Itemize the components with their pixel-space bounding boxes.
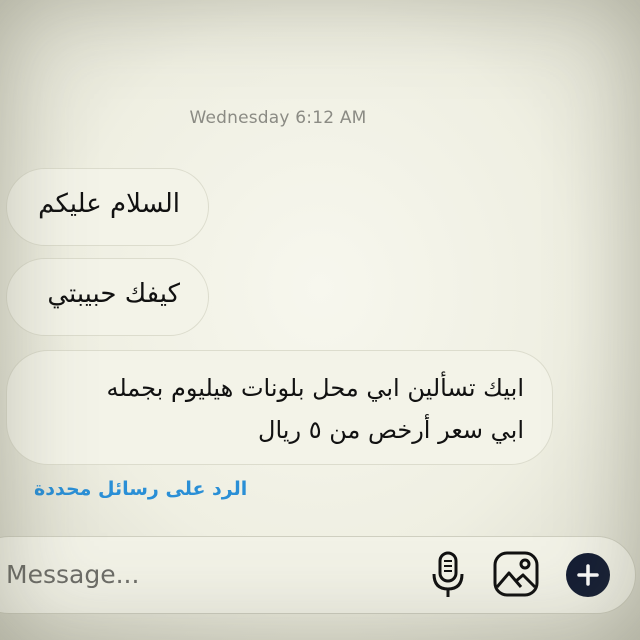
microphone-icon[interactable]	[428, 550, 468, 600]
message-text-line: ابي سعر أرخص من ٥ ريال	[258, 416, 524, 444]
message-bubble[interactable]: السلام عليكم	[6, 168, 209, 246]
reply-to-selected-link[interactable]: الرد على رسائل محددة	[34, 478, 274, 500]
message-input[interactable]: Message...	[6, 560, 139, 589]
message-text: كيفك حبيبتي	[47, 279, 180, 309]
photo-icon[interactable]	[492, 550, 540, 598]
plus-icon	[577, 564, 599, 586]
add-button[interactable]	[566, 553, 610, 597]
message-text-line: ابيك تسألين ابي محل بلونات هيليوم بجمله	[106, 374, 524, 402]
message-bubble[interactable]: ابيك تسألين ابي محل بلونات هيليوم بجمله …	[6, 350, 553, 465]
message-text: السلام عليكم	[38, 189, 180, 219]
message-bubble[interactable]: كيفك حبيبتي	[6, 258, 209, 336]
timestamp: Wednesday 6:12 AM	[189, 108, 367, 128]
